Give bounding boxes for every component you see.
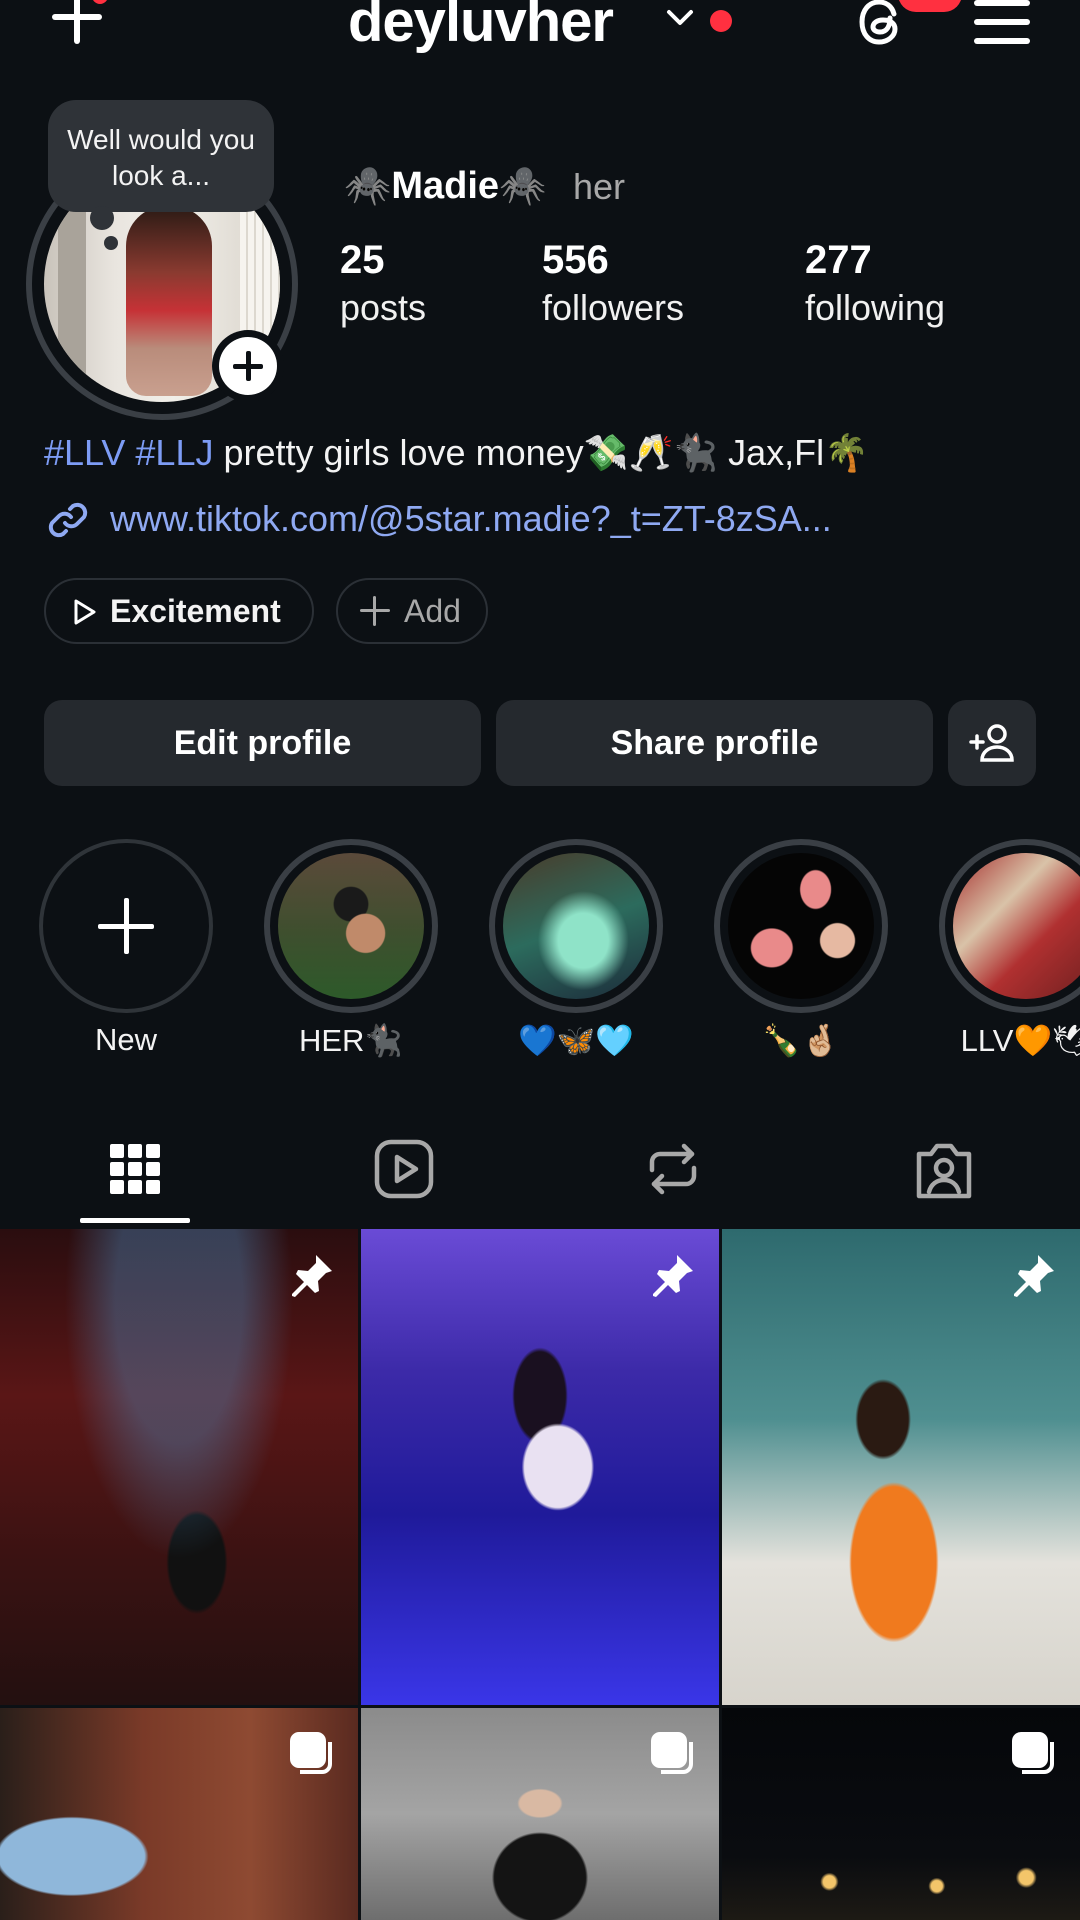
active-tab-indicator <box>80 1218 190 1223</box>
note-bubble-tail-small <box>104 236 118 250</box>
add-person-icon <box>969 724 1014 762</box>
highlight-label: LLV🧡🕊 <box>960 1023 1080 1058</box>
edit-profile-button[interactable]: Edit profile <box>44 700 481 786</box>
pronouns: her <box>573 166 626 207</box>
stat-posts[interactable]: 25 posts <box>340 236 426 332</box>
account-username[interactable]: deyluvher <box>348 0 614 55</box>
reels-icon[interactable] <box>369 1134 439 1204</box>
plus-icon <box>98 898 154 954</box>
highlight-cover <box>503 853 649 999</box>
post-tile[interactable] <box>722 1229 1080 1705</box>
plus-icon <box>360 596 390 626</box>
menu-icon[interactable] <box>974 0 1030 44</box>
highlight-champagne[interactable]: 🍾🤞🏼 <box>711 836 891 1076</box>
display-name: 🕷️Madie🕷️ <box>344 165 547 207</box>
stat-following[interactable]: 277 following <box>805 236 945 332</box>
carousel-icon <box>651 1732 693 1774</box>
bio: #LLV #LLJ pretty girls love money💸🥂🐈‍⬛ J… <box>44 432 869 474</box>
bio-hashtags[interactable]: #LLV #LLJ <box>44 432 213 473</box>
pin-icon <box>1014 1255 1054 1297</box>
highlight-label: 💙🦋🩵 <box>518 1023 634 1058</box>
highlight-her[interactable]: HER🐈‍⬛ <box>261 836 441 1076</box>
add-chip[interactable]: Add <box>336 578 488 644</box>
share-profile-button[interactable]: Share profile <box>496 700 933 786</box>
threads-icon[interactable] <box>850 0 910 52</box>
stat-value: 556 <box>542 238 609 282</box>
grid-icon[interactable] <box>100 1134 170 1204</box>
stat-followers[interactable]: 556 followers <box>542 236 684 332</box>
add-story-button[interactable] <box>212 330 284 402</box>
highlight-llv[interactable]: LLV🧡🕊 <box>936 836 1080 1076</box>
highlight-new[interactable]: New <box>36 836 216 1076</box>
play-icon <box>74 599 96 625</box>
post-tile[interactable] <box>361 1229 719 1705</box>
post-tile[interactable] <box>0 1708 358 1920</box>
post-tile[interactable] <box>0 1229 358 1705</box>
note-bubble-tail <box>90 206 114 230</box>
link-icon <box>48 502 88 538</box>
stat-label: posts <box>340 287 427 328</box>
threads-badge <box>898 0 962 12</box>
add-chip-label: Add <box>404 593 461 629</box>
tagged-icon[interactable] <box>909 1134 979 1204</box>
account-notification-dot <box>710 10 732 32</box>
link-text[interactable]: www.tiktok.com/@5star.madie?_t=ZT-8zSA..… <box>110 498 832 540</box>
reposts-icon[interactable] <box>638 1134 708 1204</box>
pin-icon <box>653 1255 693 1297</box>
stat-label: followers <box>542 287 685 328</box>
stat-value: 277 <box>805 238 872 282</box>
highlight-label: New <box>94 1022 157 1057</box>
chevron-down-icon[interactable] <box>666 8 694 28</box>
plus-icon <box>219 337 277 395</box>
bio-text: pretty girls love money💸🥂🐈‍⬛ Jax,Fl🌴 <box>213 432 869 473</box>
highlight-hearts[interactable]: 💙🦋🩵 <box>486 836 666 1076</box>
highlight-cover <box>278 853 424 999</box>
note-bubble[interactable]: Well would you look a... <box>48 100 274 212</box>
stat-label: following <box>805 287 946 328</box>
highlight-label: 🍾🤞🏼 <box>762 1023 840 1058</box>
music-chip-label: Excitement <box>110 593 281 629</box>
discover-people-button[interactable] <box>948 700 1036 786</box>
notification-dot <box>92 0 108 4</box>
music-chip[interactable]: Excitement <box>44 578 314 644</box>
highlight-label: HER🐈‍⬛ <box>298 1023 404 1058</box>
pin-icon <box>292 1255 332 1297</box>
create-plus-icon[interactable] <box>48 0 108 50</box>
post-tile[interactable] <box>361 1708 719 1920</box>
post-tile[interactable] <box>722 1708 1080 1920</box>
highlight-cover <box>728 853 874 999</box>
top-bar: deyluvher <box>0 0 1080 60</box>
carousel-icon <box>1012 1732 1054 1774</box>
stat-value: 25 <box>340 238 385 282</box>
carousel-icon <box>290 1732 332 1774</box>
